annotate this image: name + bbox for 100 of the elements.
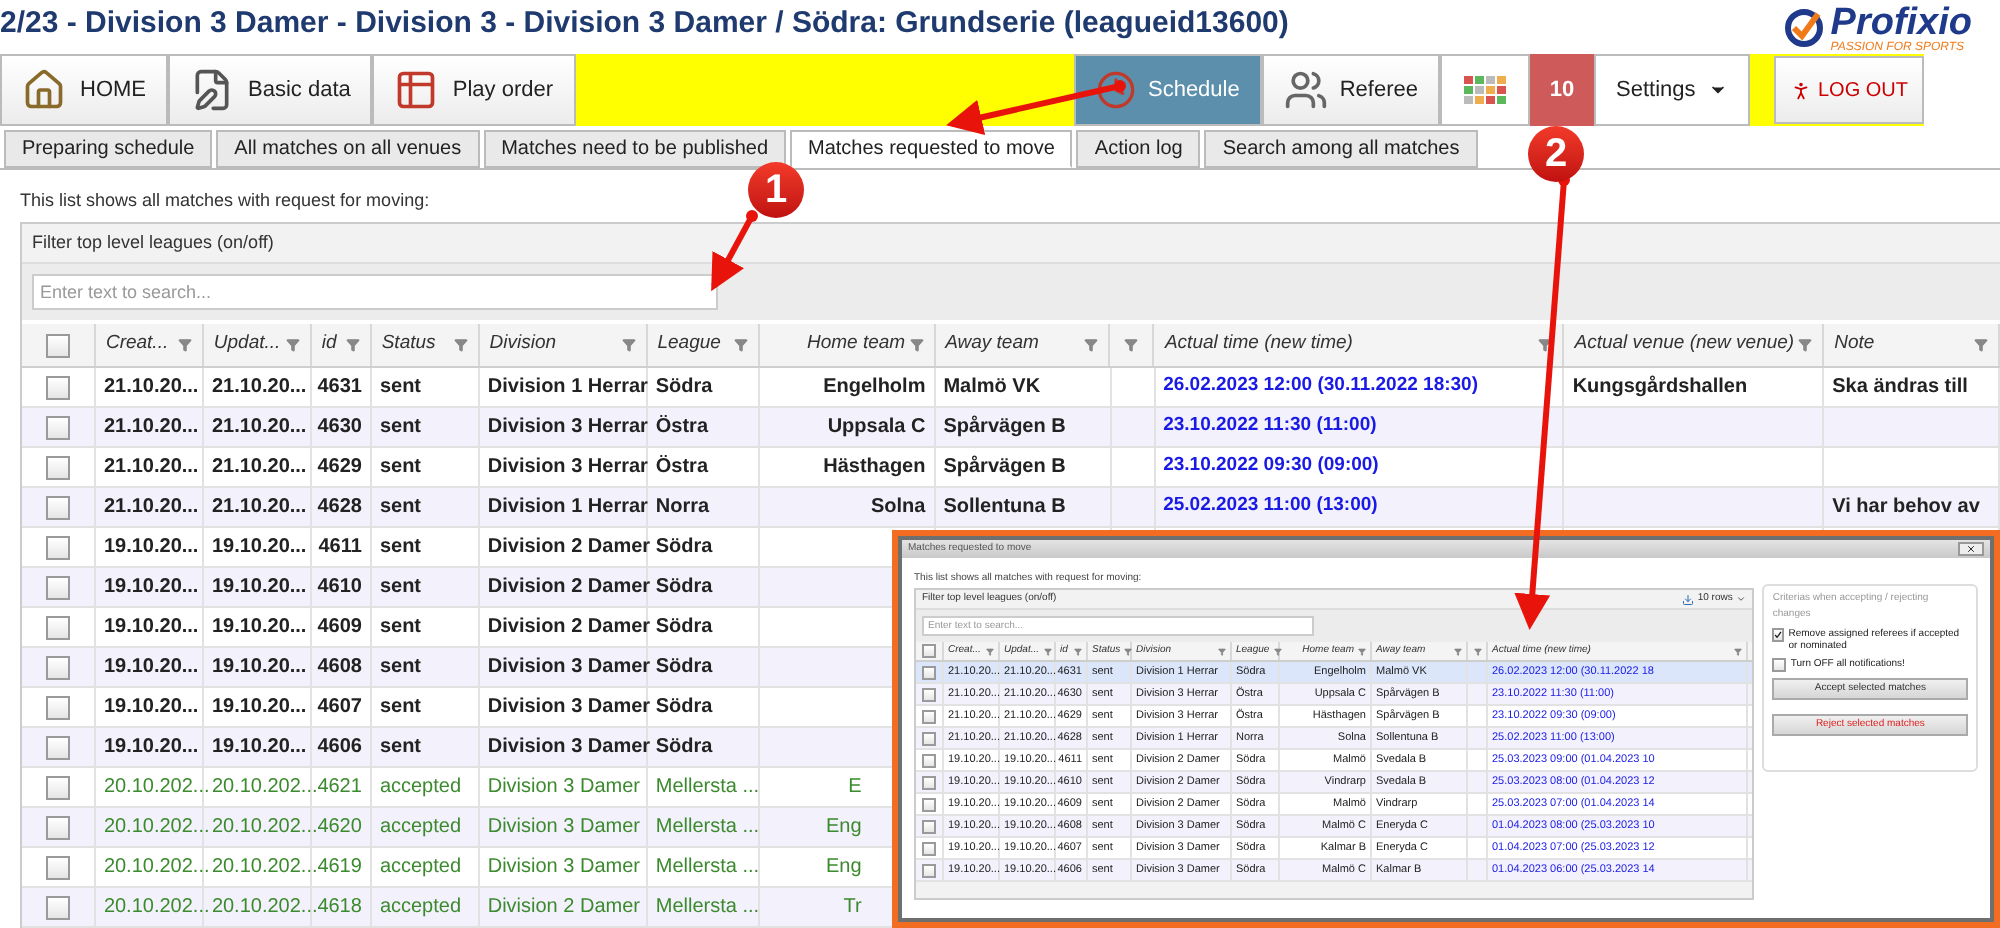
table-cell-text: Malmö VK	[943, 374, 1041, 402]
toolbar-tab[interactable]: Referee	[1261, 54, 1440, 126]
filter-icon[interactable]	[1124, 647, 1133, 655]
table-cell-text: sent	[379, 374, 422, 402]
filter-icon[interactable]	[1454, 647, 1462, 655]
table-cell-text: 21.10.20...	[211, 374, 307, 402]
column-header[interactable]: Updat...	[213, 330, 281, 360]
filter-icon[interactable]	[1074, 647, 1082, 655]
table-cell-text: 19.10.20...	[103, 734, 199, 762]
table-cell-text: Spårvägen B	[943, 453, 1066, 482]
checkbox[interactable]	[45, 535, 70, 559]
table-cell-text: Division 3 Herrar	[487, 414, 648, 442]
checkbox[interactable]	[922, 709, 936, 723]
checkbox[interactable]	[1772, 658, 1787, 672]
filter-icon[interactable]	[1084, 338, 1099, 352]
toolbar-button[interactable]: Basic data	[168, 54, 373, 126]
checkbox[interactable]	[922, 841, 936, 855]
document-pen-icon	[190, 68, 234, 112]
column-header[interactable]: Creat...	[105, 330, 169, 360]
checkmark-icon	[1774, 630, 1783, 640]
checkbox[interactable]	[922, 797, 936, 811]
checkbox[interactable]	[922, 819, 936, 833]
checkbox[interactable]	[45, 415, 70, 439]
checkbox[interactable]	[45, 775, 70, 799]
toolbar-button[interactable]: Play order	[372, 54, 576, 126]
filter-icon[interactable]	[1538, 338, 1553, 352]
checkbox[interactable]	[45, 895, 70, 919]
column-header[interactable]: League	[657, 330, 721, 360]
logout-button[interactable]: LOG OUT	[1774, 56, 1924, 124]
tab[interactable]: Search among all matches	[1204, 130, 1478, 168]
filter-icon[interactable]	[1218, 647, 1226, 655]
table-cell-text: 23.10.2022 09:30 (09:00)	[1163, 452, 1379, 481]
table-cell-text: Östra	[655, 413, 709, 442]
filter-icon[interactable]	[1798, 338, 1813, 352]
table-cell-text: Södra	[655, 734, 713, 762]
close-button[interactable]	[1958, 542, 1984, 556]
column-header[interactable]: id	[321, 330, 337, 360]
filter-icon[interactable]	[733, 338, 748, 352]
tab[interactable]: All matches on all venues	[216, 130, 480, 168]
filter-icon[interactable]	[1124, 338, 1139, 352]
column-header[interactable]: Division	[489, 330, 557, 360]
table-cell-text: 4621	[317, 774, 362, 802]
checkbox[interactable]	[922, 731, 936, 745]
column-header[interactable]: Status	[381, 330, 436, 360]
table-cell-text: Hästhagen	[823, 454, 926, 482]
filter-icon[interactable]	[986, 647, 994, 655]
checkbox[interactable]	[922, 775, 936, 789]
tab[interactable]: Action log	[1076, 130, 1201, 168]
column-header[interactable]: Actual time (new time)	[1164, 330, 1353, 360]
table-cell-text: Södra	[655, 614, 713, 642]
filter-icon[interactable]	[1974, 338, 1989, 352]
checkbox[interactable]	[45, 815, 70, 839]
column-header[interactable]: Away team	[945, 330, 1039, 360]
tab[interactable]: Preparing schedule	[4, 130, 213, 168]
checkbox[interactable]	[45, 333, 70, 357]
checkbox[interactable]	[922, 665, 936, 679]
checkbox[interactable]	[1772, 628, 1785, 642]
filter-icon[interactable]	[1473, 647, 1481, 655]
table-cell-text: Vi har behov av	[1832, 494, 1980, 522]
checkbox[interactable]	[45, 495, 70, 519]
tab[interactable]: Matches requested to move	[790, 130, 1073, 168]
search-field[interactable]: Enter text to search...	[32, 274, 718, 310]
checkbox[interactable]	[922, 687, 936, 701]
grid-button[interactable]	[1440, 54, 1530, 126]
column-header[interactable]: Note	[1834, 330, 1875, 360]
filter-icon[interactable]	[1734, 647, 1742, 655]
checkbox[interactable]	[922, 863, 936, 877]
filter-icon[interactable]	[621, 338, 636, 352]
checkbox[interactable]	[45, 455, 70, 479]
filter-toggle[interactable]: Filter top level leagues (on/off)	[32, 229, 274, 257]
table-cell-text: Solna	[870, 494, 926, 522]
column-header[interactable]: Actual venue (new venue)	[1574, 330, 1795, 360]
notification-badge[interactable]: 10	[1530, 54, 1594, 126]
tab[interactable]: Matches need to be published	[483, 130, 787, 168]
checkbox[interactable]	[45, 375, 70, 399]
checkbox[interactable]	[922, 753, 936, 767]
settings-dropdown[interactable]: Settings	[1594, 54, 1750, 126]
checkbox[interactable]	[45, 615, 70, 639]
table-cell-text: 20.10.202...	[211, 854, 318, 882]
checkbox[interactable]	[45, 695, 70, 719]
filter-icon[interactable]	[1273, 647, 1282, 655]
table-cell-text: accepted	[379, 774, 462, 802]
checkbox[interactable]	[45, 575, 70, 599]
table-cell-text: Spårvägen B	[943, 413, 1066, 442]
checkbox[interactable]	[922, 644, 936, 658]
filter-icon[interactable]	[177, 338, 192, 352]
checkbox[interactable]	[45, 655, 70, 679]
filter-icon[interactable]	[909, 338, 924, 352]
table-cell-text: Division 3 Damer	[487, 854, 640, 882]
filter-icon[interactable]	[1358, 647, 1366, 655]
toolbar-tab[interactable]: Schedule	[1073, 54, 1262, 126]
column-header[interactable]: Home team	[806, 330, 906, 360]
toolbar-button[interactable]: HOME	[0, 54, 168, 126]
filter-icon[interactable]	[345, 338, 360, 352]
filter-icon[interactable]	[1043, 647, 1052, 655]
checkbox[interactable]	[45, 855, 70, 879]
table-cell-text: 4618	[317, 894, 362, 922]
filter-icon[interactable]	[453, 338, 468, 352]
checkbox[interactable]	[45, 735, 70, 759]
filter-icon[interactable]	[285, 338, 300, 352]
